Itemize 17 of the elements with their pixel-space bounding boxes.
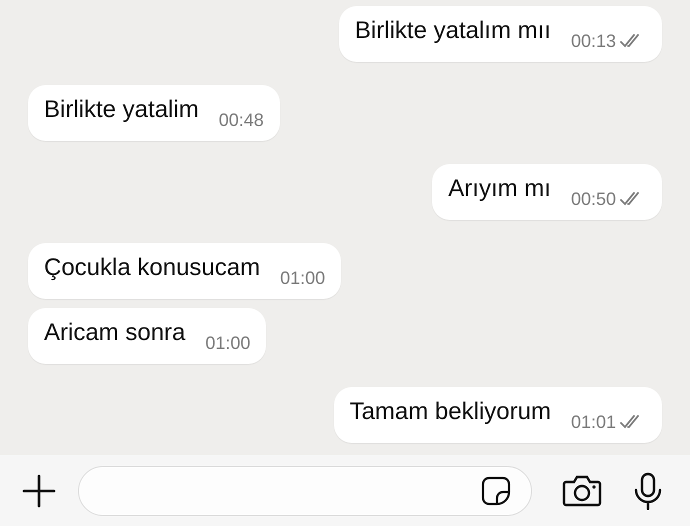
message-time: 01:00 [205, 332, 250, 354]
message-time: 00:48 [218, 110, 264, 130]
message-input-field[interactable] [78, 466, 532, 516]
message-text: Birlikte yatalım mıı [354, 17, 551, 45]
message-text: Aricam sonra [44, 319, 186, 347]
message-text: Tamam bekliyorum [350, 398, 551, 426]
message-text: Çocukla konusucam [44, 254, 260, 282]
microphone-button[interactable] [634, 472, 662, 510]
sticker-icon[interactable] [481, 476, 511, 506]
message-time: 01:01 [570, 412, 616, 432]
camera-button[interactable] [562, 474, 602, 506]
message-time: 01:00 [280, 268, 326, 288]
message-time: 00:50 [570, 188, 616, 210]
message-text: Arıyım mı [448, 175, 551, 203]
add-button[interactable] [22, 474, 56, 508]
message-text: Birlikte yatalim [44, 96, 199, 124]
message-time: 00:13 [570, 30, 616, 52]
